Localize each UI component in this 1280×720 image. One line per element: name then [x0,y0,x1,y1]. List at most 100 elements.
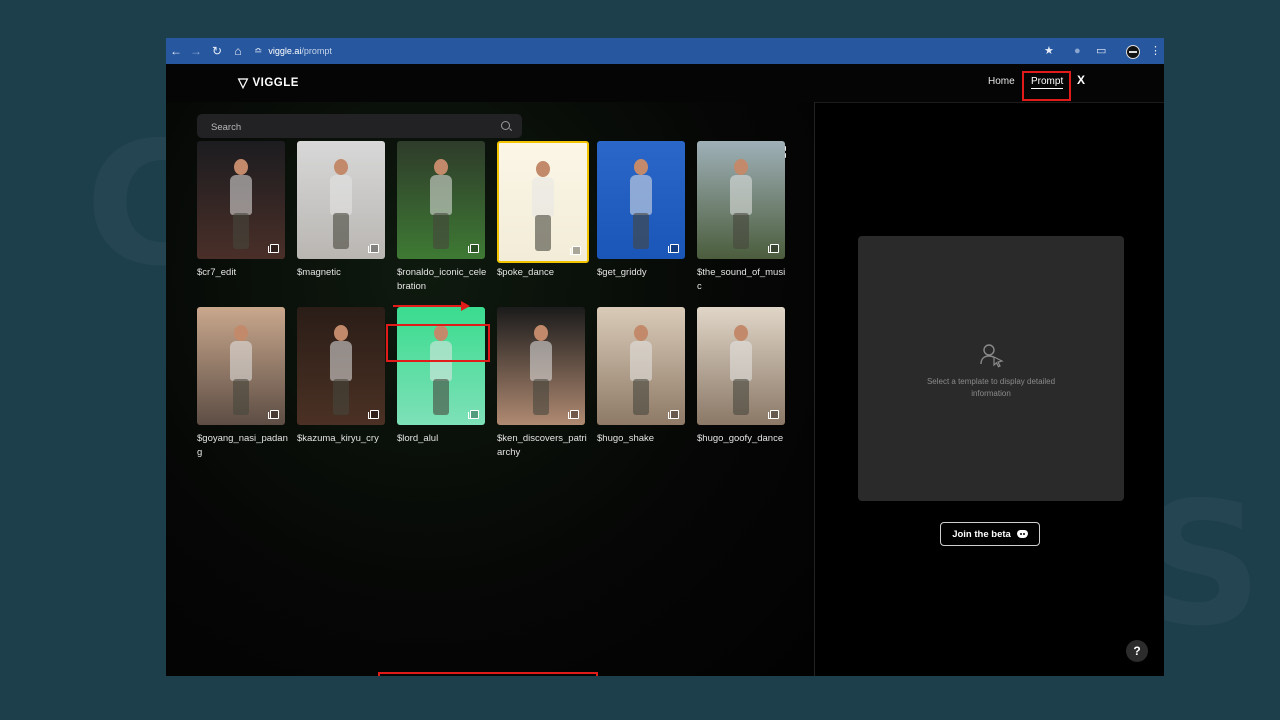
forward-icon[interactable]: → [187,38,205,64]
template-browser: $cr7_edit $magnetic $ronaldo_iconic_celebr… [166,102,814,676]
back-icon[interactable]: ← [167,38,185,64]
help-button[interactable]: ? [1126,640,1148,662]
template-label: $ronaldo_iconic_celebration [397,267,487,292]
figure-body [330,341,352,381]
template-thumbnail[interactable] [297,141,385,259]
copy-icon[interactable] [570,246,581,255]
panel-divider [814,102,815,676]
template-label: $poke_dance [497,267,555,278]
figure-head [334,159,348,175]
figure-body [230,175,252,215]
template-thumbnail[interactable] [297,307,385,425]
figure-body [430,175,452,215]
copy-icon[interactable] [268,410,279,419]
figure-head [534,325,548,341]
browser-window: ← → ↻ ⌂ ≏ viggle.ai/prompt ★ ● ▭ ⋮ ▽ VIG… [166,38,1164,676]
viggle-logo-icon: ▽ [238,75,249,90]
figure-legs [333,213,349,249]
x-social-link[interactable]: X [1077,73,1085,87]
discord-icon [1016,530,1028,538]
template-thumbnail[interactable] [597,141,685,259]
search-box[interactable] [197,114,522,140]
browser-toolbar: ← → ↻ ⌂ ≏ viggle.ai/prompt ★ ● ▭ ⋮ [166,38,1164,64]
nav-home-link[interactable]: Home [988,76,1015,87]
figure-body [230,341,252,381]
figure-head [734,159,748,175]
mic-icon[interactable]: ● [1074,38,1081,64]
template-thumbnail[interactable] [697,141,785,259]
search-input[interactable] [209,114,493,140]
copy-icon[interactable] [268,244,279,253]
join-beta-button[interactable]: Join the beta [940,522,1040,546]
copy-icon[interactable] [468,244,479,253]
figure-body [530,341,552,381]
figure-legs [535,215,551,251]
figure-body [532,177,554,217]
figure-body [330,175,352,215]
template-label: $hugo_goofy_dance [697,433,784,444]
figure-head [634,159,648,175]
template-thumbnail[interactable] [197,141,285,259]
figure-body [630,175,652,215]
template-label: $get_griddy [597,267,647,278]
figure-body [630,341,652,381]
extensions-icon[interactable]: ▭ [1096,38,1106,64]
figure-legs [333,379,349,415]
viggle-logo[interactable]: ▽ VIGGLE [238,75,299,91]
url-host: viggle.ai [268,46,302,56]
template-thumbnail[interactable] [497,141,589,263]
figure-legs [633,379,649,415]
home-icon[interactable]: ⌂ [229,38,247,64]
search-icon[interactable] [501,121,510,130]
template-thumbnail[interactable] [697,307,785,425]
figure-body [730,341,752,381]
app-header: ▽ VIGGLE Home Prompt X [166,64,1164,103]
template-thumbnail[interactable] [497,307,585,425]
annotation-card-label-highlight [386,324,490,362]
template-label: $cr7_edit [197,267,237,278]
copy-icon[interactable] [668,410,679,419]
address-bar[interactable]: ≏ viggle.ai/prompt [254,43,332,59]
copy-icon[interactable] [768,244,779,253]
annotation-arrow [393,305,463,307]
copy-icon[interactable] [668,244,679,253]
star-icon[interactable]: ★ [1044,38,1054,64]
template-thumbnail[interactable] [197,307,285,425]
figure-legs [533,379,549,415]
copy-icon[interactable] [468,410,479,419]
template-label: $the_sound_of_music [697,267,786,292]
figure-legs [733,379,749,415]
reload-icon[interactable]: ↻ [208,38,226,64]
logo-text: VIGGLE [252,77,299,89]
figure-head [234,325,248,341]
template-detail-panel: Select a template to display detailed in… [858,236,1124,501]
figure-legs [433,379,449,415]
profile-icon[interactable] [1126,45,1140,59]
figure-head [634,325,648,341]
figure-legs [733,213,749,249]
figure-head [334,325,348,341]
figure-legs [233,379,249,415]
copy-icon[interactable] [768,410,779,419]
annotation-pagination-highlight [378,672,598,676]
copy-icon[interactable] [368,410,379,419]
copy-icon[interactable] [368,244,379,253]
figure-head [434,159,448,175]
figure-legs [233,213,249,249]
figure-legs [633,213,649,249]
copy-icon[interactable] [568,410,579,419]
template-label: $kazuma_kiryu_cry [297,433,379,444]
template-label: $lord_alul [397,433,439,444]
figure-head [536,161,550,177]
template-thumbnail[interactable] [397,141,485,259]
user-select-icon [980,344,1004,368]
template-label: $hugo_shake [597,433,655,444]
figure-body [730,175,752,215]
template-label: $magnetic [297,267,341,278]
join-beta-label: Join the beta [952,528,1011,540]
figure-legs [433,213,449,249]
menu-icon[interactable]: ⋮ [1150,38,1161,64]
template-label: $goyang_nasi_padang [197,433,288,458]
tune-icon[interactable]: ≏ [254,46,262,57]
template-thumbnail[interactable] [597,307,685,425]
